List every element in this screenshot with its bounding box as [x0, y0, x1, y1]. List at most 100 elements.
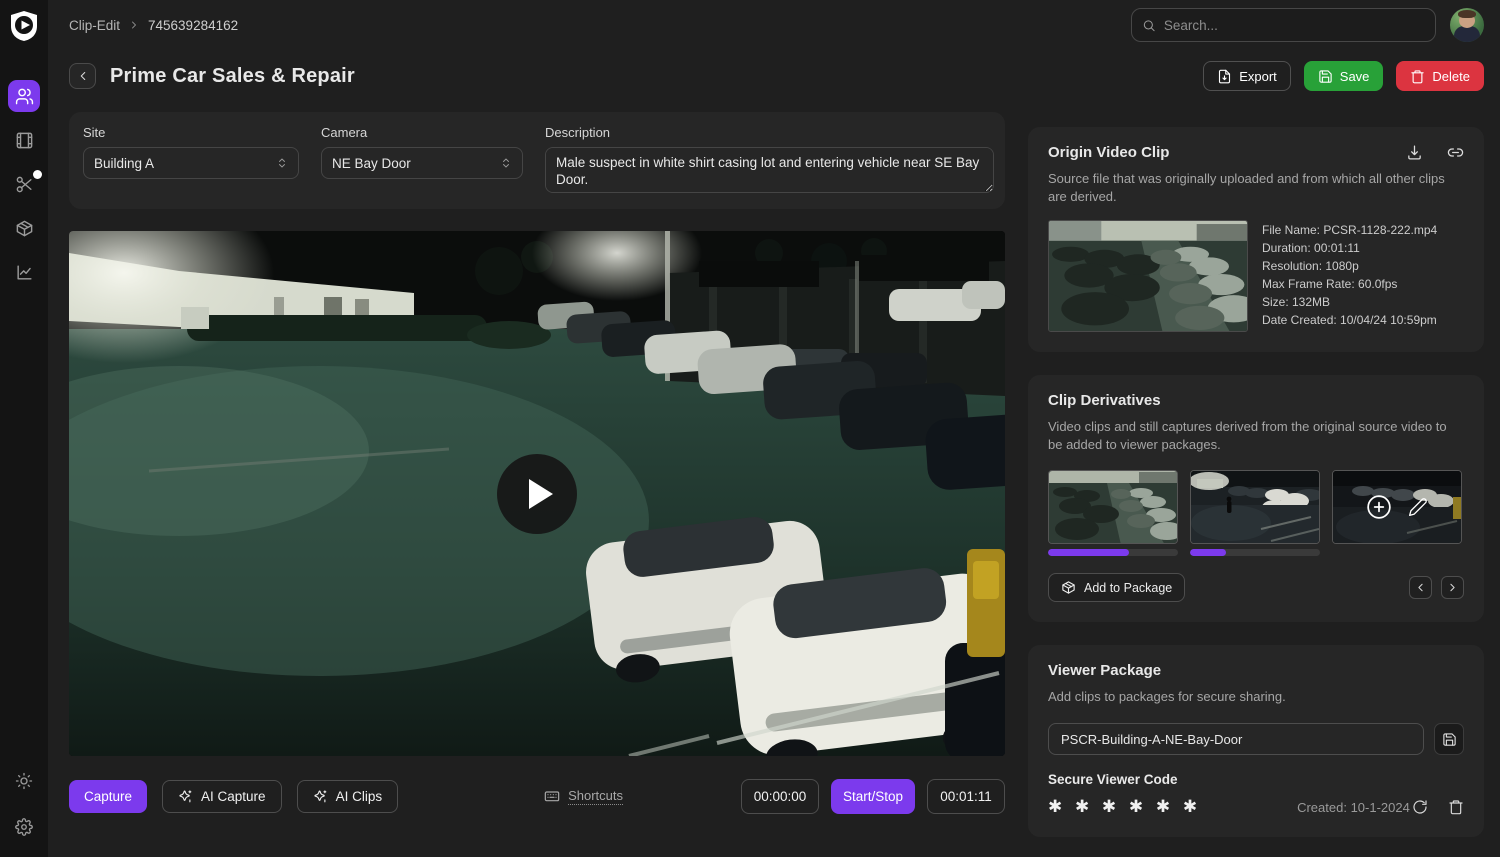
user-avatar[interactable]: [1450, 8, 1484, 42]
site-value: Building A: [94, 156, 154, 171]
copy-link-button[interactable]: [1447, 144, 1464, 161]
back-button[interactable]: [69, 63, 96, 89]
search-bar[interactable]: [1131, 8, 1436, 42]
delete-code-button[interactable]: [1448, 799, 1464, 815]
scissors-icon: [15, 175, 34, 194]
package-save-button[interactable]: [1434, 723, 1464, 755]
film-icon: [15, 131, 34, 150]
download-button[interactable]: [1406, 144, 1423, 161]
main-area: Clip-Edit 745639284162 Prime Car Sales &…: [48, 0, 1500, 857]
derivative-thumbnail-3[interactable]: [1332, 470, 1462, 544]
derivatives-next-button[interactable]: [1441, 576, 1464, 599]
player-controls: Capture AI Capture AI Clips: [69, 778, 1005, 814]
breadcrumb-clip-id[interactable]: 745639284162: [148, 18, 238, 33]
sparkles-icon: [313, 789, 328, 804]
gear-icon: [15, 818, 33, 836]
code-created-date: Created: 10-1-2024: [1297, 800, 1410, 815]
line-chart-icon: [15, 263, 34, 282]
search-input[interactable]: [1164, 18, 1425, 33]
sidebar-item-packages[interactable]: [8, 212, 40, 244]
edit-pencil-icon[interactable]: [1408, 497, 1428, 517]
description-label: Description: [545, 125, 994, 140]
description-textarea[interactable]: Male suspect in white shirt casing lot a…: [545, 147, 994, 193]
derivative-thumbnail-1[interactable]: [1048, 470, 1178, 544]
derivative-thumbnail-2[interactable]: [1190, 470, 1320, 544]
ai-capture-label: AI Capture: [201, 789, 266, 804]
page-header: Prime Car Sales & Repair Export Save Del…: [69, 54, 1484, 98]
theme-toggle-button[interactable]: [8, 765, 40, 797]
add-circle-icon[interactable]: [1366, 494, 1392, 520]
derivatives-card-title: Clip Derivatives: [1048, 392, 1464, 409]
derivatives-card-description: Video clips and still captures derived f…: [1048, 418, 1464, 454]
meta-duration: Duration: 00:01:11: [1262, 239, 1437, 257]
camera-label: Camera: [321, 125, 523, 140]
regenerate-code-button[interactable]: [1412, 799, 1428, 815]
meta-resolution: Resolution: 1080p: [1262, 257, 1437, 275]
file-export-icon: [1217, 69, 1232, 84]
end-time-value: 00:01:11: [940, 789, 992, 804]
sidebar-item-clip-edit[interactable]: [8, 168, 40, 200]
capture-label: Capture: [84, 789, 132, 804]
origin-card-title: Origin Video Clip: [1048, 144, 1169, 161]
origin-video-clip-card: Origin Video Clip: [1028, 127, 1484, 352]
sidebar-item-analytics[interactable]: [8, 256, 40, 288]
select-caret-icon: [500, 157, 512, 169]
origin-clip-thumbnail[interactable]: [1048, 220, 1248, 332]
origin-card-description: Source file that was originally uploaded…: [1048, 170, 1464, 206]
sparkles-icon: [178, 789, 193, 804]
shortcuts-label: Shortcuts: [568, 788, 623, 805]
camera-value: NE Bay Door: [332, 156, 411, 171]
chevron-left-icon: [76, 69, 90, 83]
sidebar-item-users[interactable]: [8, 80, 40, 112]
ai-clips-label: AI Clips: [336, 789, 383, 804]
sun-icon: [15, 772, 33, 790]
derivative-progress-1: [1048, 549, 1178, 556]
end-time-field[interactable]: 00:01:11: [927, 779, 1005, 814]
trash-icon: [1448, 799, 1464, 815]
add-to-package-button[interactable]: Add to Package: [1048, 573, 1185, 602]
play-button[interactable]: [497, 454, 577, 534]
search-icon: [1142, 18, 1156, 33]
save-icon: [1318, 69, 1333, 84]
viewer-package-description: Add clips to packages for secure sharing…: [1048, 688, 1464, 706]
breadcrumb: Clip-Edit 745639284162: [69, 18, 238, 33]
camera-select[interactable]: NE Bay Door: [321, 147, 523, 179]
meta-size: Size: 132MB: [1262, 293, 1437, 311]
viewer-package-title: Viewer Package: [1048, 662, 1464, 679]
start-time-field[interactable]: 00:00:00: [741, 779, 819, 814]
ai-clips-button[interactable]: AI Clips: [297, 780, 399, 813]
derivative-progress-2: [1190, 549, 1320, 556]
delete-label: Delete: [1432, 69, 1470, 84]
add-to-package-label: Add to Package: [1084, 581, 1172, 595]
delete-button[interactable]: Delete: [1396, 61, 1484, 91]
shortcuts-link[interactable]: Shortcuts: [544, 788, 623, 805]
app-logo-shield-play-icon[interactable]: [9, 10, 39, 42]
site-label: Site: [83, 125, 299, 140]
meta-frame-rate: Max Frame Rate: 60.0fps: [1262, 275, 1437, 293]
sidebar-item-clips[interactable]: [8, 124, 40, 156]
site-select[interactable]: Building A: [83, 147, 299, 179]
origin-metadata: File Name: PCSR-1128-222.mp4 Duration: 0…: [1262, 220, 1437, 332]
breadcrumb-section[interactable]: Clip-Edit: [69, 18, 120, 33]
clip-derivatives-card: Clip Derivatives Video clips and still c…: [1028, 375, 1484, 622]
settings-button[interactable]: [8, 811, 40, 843]
play-icon: [529, 479, 553, 509]
save-button[interactable]: Save: [1304, 61, 1384, 91]
users-icon: [15, 87, 34, 106]
capture-button[interactable]: Capture: [69, 780, 147, 813]
breadcrumb-separator-icon: [128, 19, 140, 31]
ai-capture-button[interactable]: AI Capture: [162, 780, 282, 813]
video-player[interactable]: [69, 231, 1005, 756]
start-stop-button[interactable]: Start/Stop: [831, 779, 915, 814]
save-icon: [1442, 732, 1457, 747]
viewer-package-card: Viewer Package Add clips to packages for…: [1028, 645, 1484, 837]
clip-form-card: Site Building A Camera NE Bay Door: [69, 112, 1005, 209]
secure-viewer-code-label: Secure Viewer Code: [1048, 772, 1464, 787]
chevron-right-icon: [1446, 581, 1459, 594]
package-name-input[interactable]: [1048, 723, 1424, 755]
derivatives-prev-button[interactable]: [1409, 576, 1432, 599]
export-button[interactable]: Export: [1203, 61, 1291, 91]
meta-file-name: File Name: PCSR-1128-222.mp4: [1262, 221, 1437, 239]
select-caret-icon: [276, 157, 288, 169]
keyboard-icon: [544, 788, 560, 804]
